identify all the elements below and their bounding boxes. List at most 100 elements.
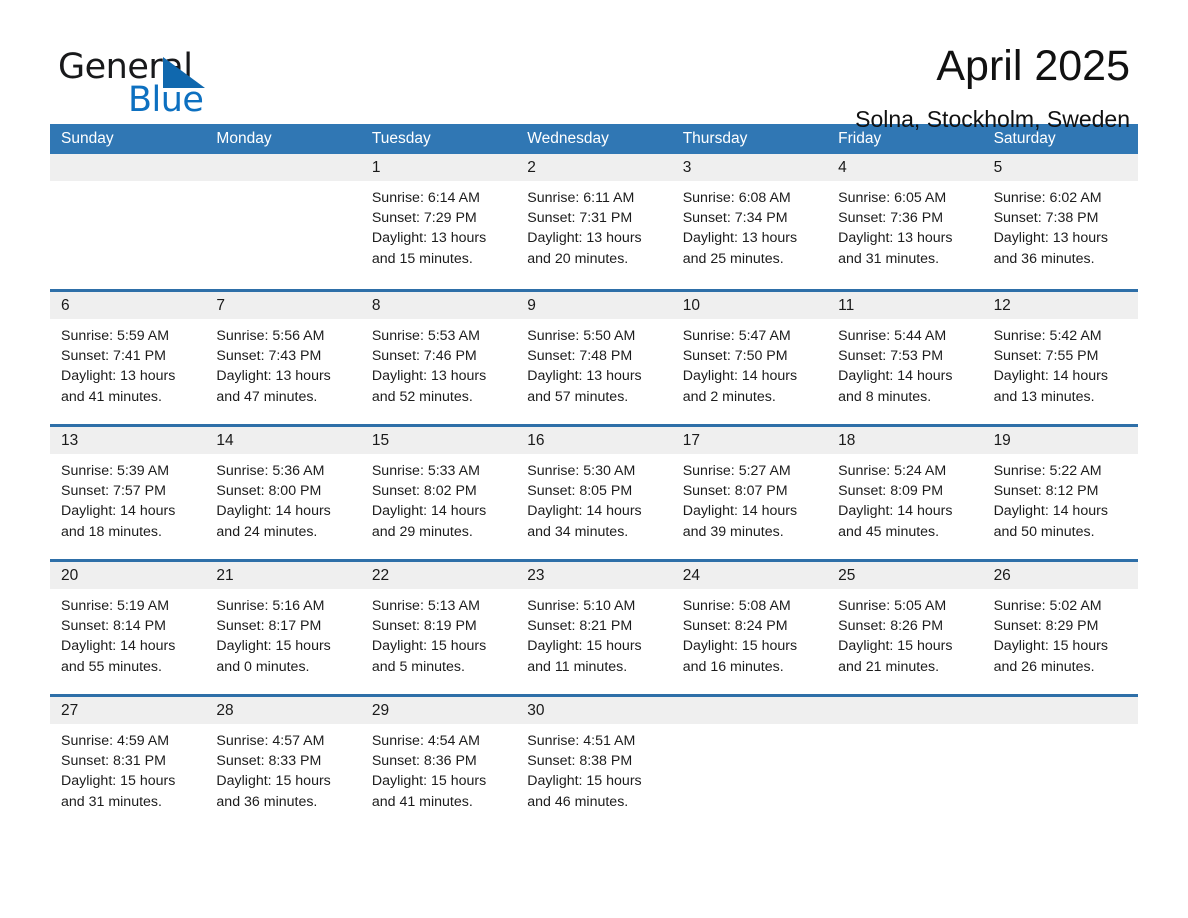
day-number: 10 (671, 292, 828, 319)
daylight-text-line1: Daylight: 15 hours (61, 773, 176, 790)
day-number: 22 (360, 562, 517, 589)
day-cell[interactable]: 19 Sunrise: 5:22 AM Sunset: 8:12 PM Dayl… (982, 427, 1138, 559)
day-number: 21 (205, 562, 361, 589)
day-number: 23 (516, 562, 672, 589)
calendar-page: General Blue April 2025 Solna, Stockholm… (0, 0, 1188, 918)
day-number: 29 (360, 697, 517, 724)
day-cell[interactable]: 13 Sunrise: 5:39 AM Sunset: 7:57 PM Dayl… (50, 427, 206, 559)
sunset-text: Sunset: 8:17 PM (216, 618, 322, 635)
day-cell[interactable]: 14 Sunrise: 5:36 AM Sunset: 8:00 PM Dayl… (205, 427, 361, 559)
day-details: Sunrise: 5:13 AM Sunset: 8:19 PM Dayligh… (361, 589, 516, 677)
day-cell[interactable]: 25 Sunrise: 5:05 AM Sunset: 8:26 PM Dayl… (827, 562, 983, 694)
daylight-text-line1: Daylight: 14 hours (838, 503, 953, 520)
day-cell[interactable]: 4 Sunrise: 6:05 AM Sunset: 7:36 PM Dayli… (827, 154, 983, 289)
daylight-text-line2: and 21 minutes. (838, 658, 940, 675)
daylight-text-line2: and 5 minutes. (371, 658, 465, 675)
day-cell[interactable]: 22 Sunrise: 5:13 AM Sunset: 8:19 PM Dayl… (360, 562, 517, 694)
day-cell[interactable] (205, 154, 361, 289)
day-cell[interactable]: 8 Sunrise: 5:53 AM Sunset: 7:46 PM Dayli… (360, 292, 517, 424)
day-details: Sunrise: 5:27 AM Sunset: 8:07 PM Dayligh… (672, 454, 827, 542)
daylight-text-line1: Daylight: 14 hours (216, 503, 331, 520)
sunset-text: Sunset: 8:36 PM (371, 753, 477, 770)
daylight-text-line1: Daylight: 14 hours (61, 638, 176, 655)
sunrise-text: Sunrise: 5:33 AM (371, 463, 480, 479)
day-cell[interactable]: 9 Sunrise: 5:50 AM Sunset: 7:48 PM Dayli… (516, 292, 672, 424)
day-cell[interactable]: 1 Sunrise: 6:14 AM Sunset: 7:29 PM Dayli… (360, 154, 517, 289)
sunset-text: Sunset: 7:36 PM (838, 210, 944, 227)
day-cell[interactable]: 29 Sunrise: 4:54 AM Sunset: 8:36 PM Dayl… (360, 697, 517, 829)
day-cell[interactable]: 24 Sunrise: 5:08 AM Sunset: 8:24 PM Dayl… (671, 562, 828, 694)
day-cell[interactable]: 6 Sunrise: 5:59 AM Sunset: 7:41 PM Dayli… (50, 292, 206, 424)
daylight-text-line1: Daylight: 14 hours (993, 368, 1108, 385)
day-cell[interactable] (671, 697, 828, 829)
day-cell[interactable] (982, 697, 1138, 829)
calendar-week-row: 27 Sunrise: 4:59 AM Sunset: 8:31 PM Dayl… (50, 694, 1138, 829)
day-number (982, 697, 1138, 724)
daylight-text-line2: and 46 minutes. (527, 793, 629, 810)
day-details: Sunrise: 5:56 AM Sunset: 7:43 PM Dayligh… (205, 319, 360, 407)
page-title: April 2025 (936, 42, 1130, 90)
day-details: Sunrise: 5:10 AM Sunset: 8:21 PM Dayligh… (516, 589, 671, 677)
day-number (827, 697, 983, 724)
daylight-text-line1: Daylight: 13 hours (216, 368, 331, 385)
daylight-text-line2: and 36 minutes. (993, 250, 1095, 267)
calendar-week-row: 20 Sunrise: 5:19 AM Sunset: 8:14 PM Dayl… (50, 559, 1138, 694)
general-blue-logo[interactable]: General Blue (58, 44, 238, 118)
daylight-text-line1: Daylight: 13 hours (993, 230, 1108, 247)
day-details: Sunrise: 5:30 AM Sunset: 8:05 PM Dayligh… (516, 454, 671, 542)
sunset-text: Sunset: 7:55 PM (993, 348, 1099, 365)
daylight-text-line2: and 26 minutes. (993, 658, 1095, 675)
daylight-text-line2: and 45 minutes. (838, 523, 940, 540)
day-cell[interactable]: 30 Sunrise: 4:51 AM Sunset: 8:38 PM Dayl… (516, 697, 672, 829)
daylight-text-line1: Daylight: 15 hours (527, 638, 642, 655)
day-cell[interactable]: 18 Sunrise: 5:24 AM Sunset: 8:09 PM Dayl… (827, 427, 983, 559)
weekday-tuesday: Tuesday (371, 130, 431, 147)
day-number: 6 (50, 292, 206, 319)
day-details (50, 181, 205, 188)
day-details: Sunrise: 6:02 AM Sunset: 7:38 PM Dayligh… (983, 181, 1138, 269)
day-cell[interactable]: 7 Sunrise: 5:56 AM Sunset: 7:43 PM Dayli… (205, 292, 361, 424)
day-details: Sunrise: 5:39 AM Sunset: 7:57 PM Dayligh… (50, 454, 205, 542)
day-cell[interactable] (50, 154, 206, 289)
day-cell[interactable]: 15 Sunrise: 5:33 AM Sunset: 8:02 PM Dayl… (360, 427, 517, 559)
day-number: 27 (50, 697, 206, 724)
daylight-text-line1: Daylight: 15 hours (216, 638, 331, 655)
sunrise-text: Sunrise: 5:30 AM (527, 463, 636, 479)
sunrise-text: Sunrise: 5:10 AM (527, 598, 636, 614)
daylight-text-line2: and 52 minutes. (371, 388, 473, 405)
sunset-text: Sunset: 8:38 PM (527, 753, 633, 770)
sunrise-text: Sunrise: 5:42 AM (993, 328, 1102, 344)
sunset-text: Sunset: 7:34 PM (682, 210, 788, 227)
day-cell[interactable]: 12 Sunrise: 5:42 AM Sunset: 7:55 PM Dayl… (982, 292, 1138, 424)
day-details: Sunrise: 6:14 AM Sunset: 7:29 PM Dayligh… (361, 181, 516, 269)
daylight-text-line1: Daylight: 13 hours (371, 230, 487, 247)
day-cell[interactable]: 26 Sunrise: 5:02 AM Sunset: 8:29 PM Dayl… (982, 562, 1138, 694)
sunrise-text: Sunrise: 4:51 AM (527, 733, 636, 749)
day-number: 15 (360, 427, 517, 454)
day-cell[interactable]: 23 Sunrise: 5:10 AM Sunset: 8:21 PM Dayl… (516, 562, 672, 694)
day-cell[interactable]: 16 Sunrise: 5:30 AM Sunset: 8:05 PM Dayl… (516, 427, 672, 559)
day-cell[interactable]: 28 Sunrise: 4:57 AM Sunset: 8:33 PM Dayl… (205, 697, 361, 829)
day-number: 20 (50, 562, 206, 589)
daylight-text-line1: Daylight: 14 hours (682, 503, 798, 520)
daylight-text-line1: Daylight: 15 hours (371, 773, 487, 790)
day-cell[interactable]: 20 Sunrise: 5:19 AM Sunset: 8:14 PM Dayl… (50, 562, 206, 694)
daylight-text-line2: and 55 minutes. (61, 658, 162, 675)
day-cell[interactable]: 3 Sunrise: 6:08 AM Sunset: 7:34 PM Dayli… (671, 154, 828, 289)
day-cell[interactable]: 11 Sunrise: 5:44 AM Sunset: 7:53 PM Dayl… (827, 292, 983, 424)
day-number: 3 (671, 154, 828, 181)
day-cell[interactable]: 21 Sunrise: 5:16 AM Sunset: 8:17 PM Dayl… (205, 562, 361, 694)
day-cell[interactable]: 5 Sunrise: 6:02 AM Sunset: 7:38 PM Dayli… (982, 154, 1138, 289)
daylight-text-line1: Daylight: 13 hours (527, 230, 642, 247)
day-cell[interactable] (827, 697, 983, 829)
sunset-text: Sunset: 7:38 PM (993, 210, 1099, 227)
daylight-text-line2: and 57 minutes. (527, 388, 629, 405)
day-number: 25 (827, 562, 983, 589)
day-cell[interactable]: 17 Sunrise: 5:27 AM Sunset: 8:07 PM Dayl… (671, 427, 828, 559)
sunrise-text: Sunrise: 4:59 AM (61, 733, 170, 749)
day-cell[interactable]: 2 Sunrise: 6:11 AM Sunset: 7:31 PM Dayli… (516, 154, 672, 289)
day-cell[interactable]: 10 Sunrise: 5:47 AM Sunset: 7:50 PM Dayl… (671, 292, 828, 424)
day-cell[interactable]: 27 Sunrise: 4:59 AM Sunset: 8:31 PM Dayl… (50, 697, 206, 829)
calendar-grid: Sunday Monday Tuesday Wednesday Thursday… (50, 124, 1138, 829)
sunset-text: Sunset: 7:29 PM (371, 210, 477, 227)
